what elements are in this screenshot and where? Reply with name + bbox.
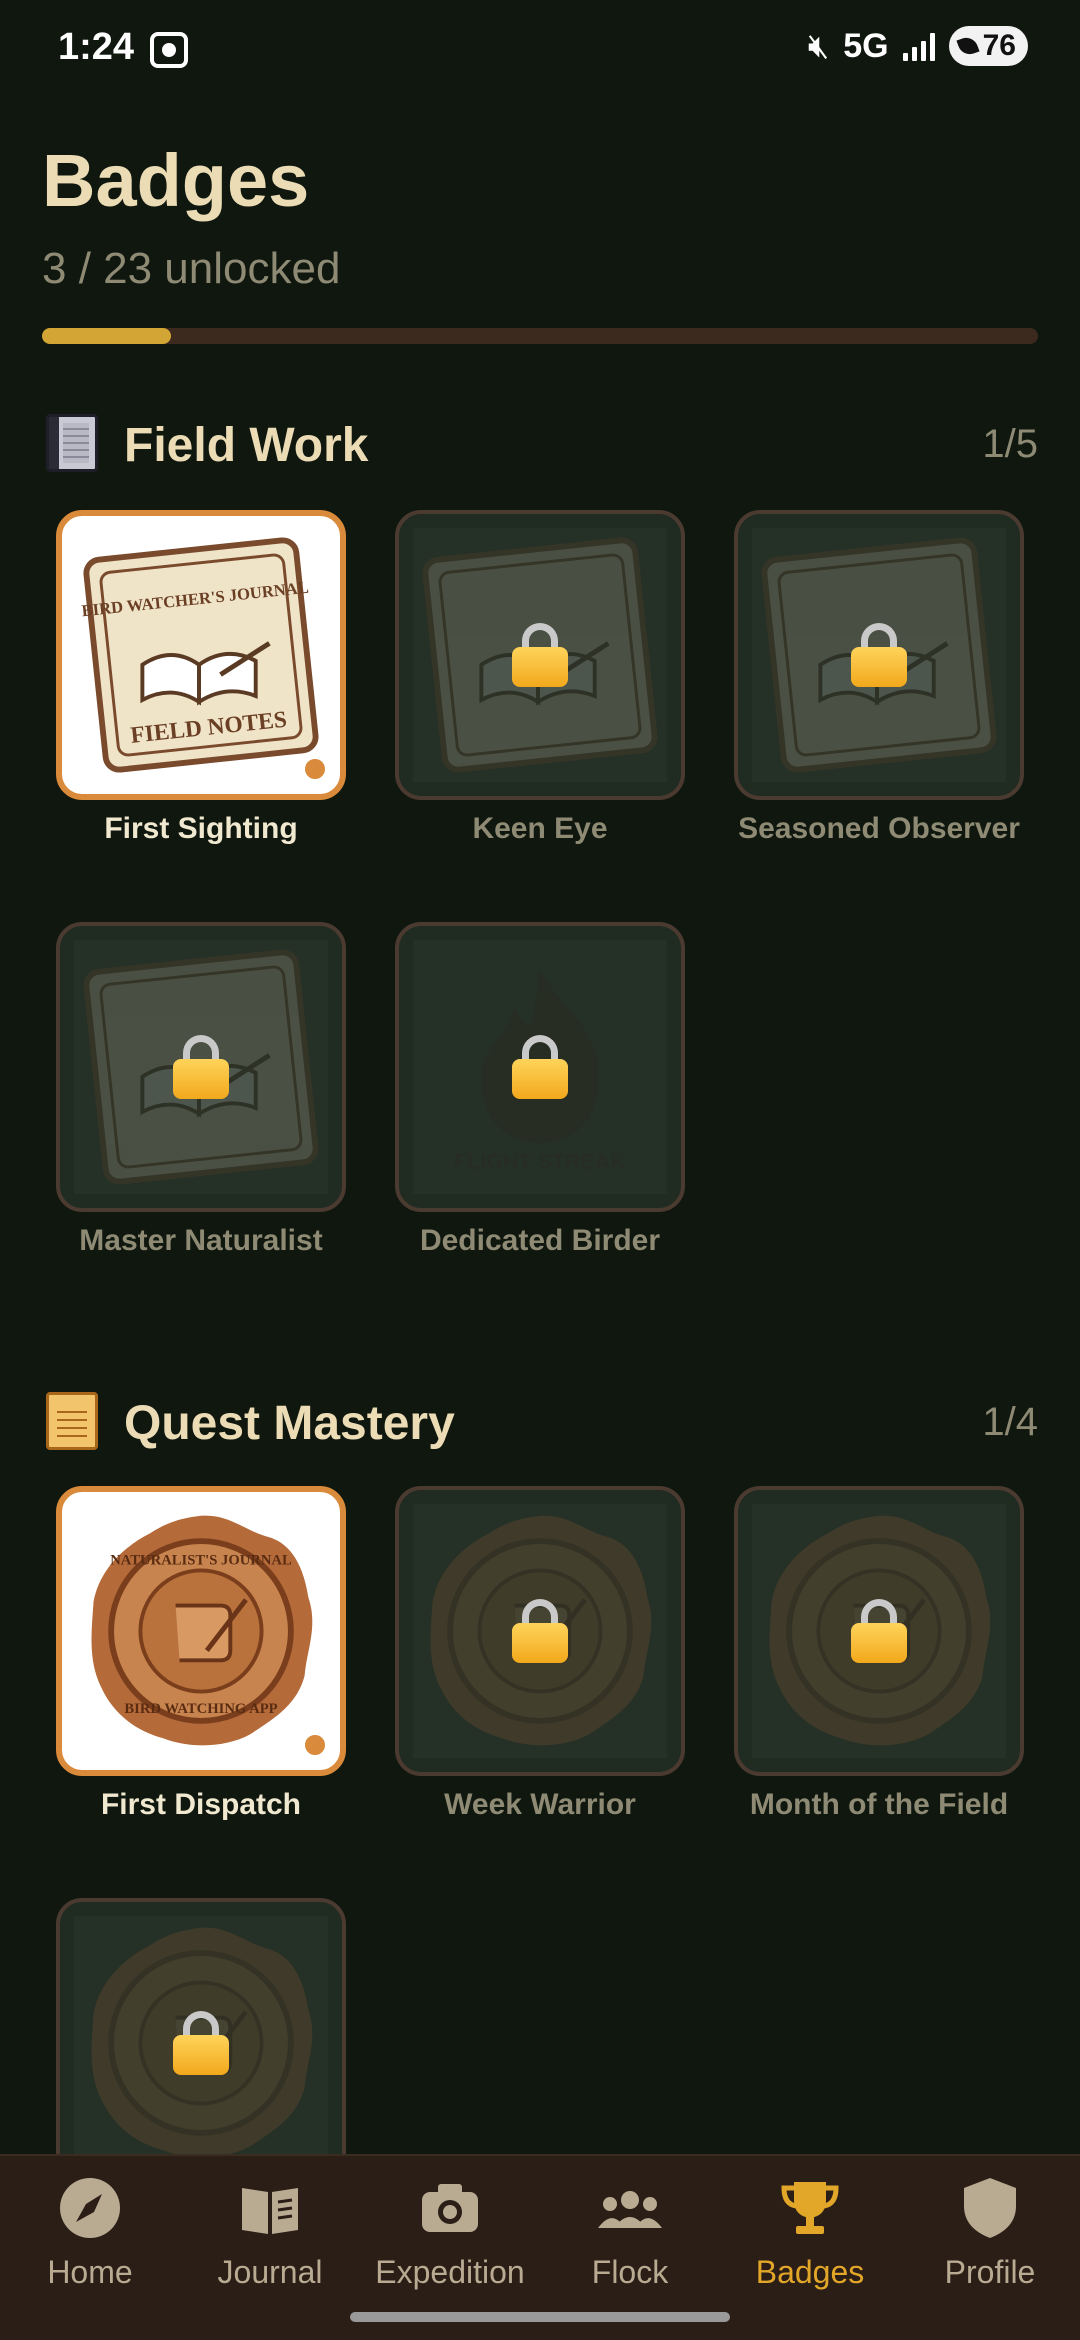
page-title: Badges (42, 139, 310, 222)
nav-label: Profile (944, 2254, 1036, 2290)
status-time: 1:24 (58, 26, 135, 68)
badge-art (413, 528, 667, 782)
lock-icon (851, 623, 907, 687)
nav-profile[interactable]: Profile (900, 2176, 1080, 2316)
badge-seasoned-observer[interactable]: Seasoned Observer (730, 510, 1028, 880)
badge-master-naturalist[interactable]: Master Naturalist (52, 922, 350, 1292)
nav-label: Expedition (375, 2254, 525, 2290)
scroll-icon (46, 1392, 98, 1450)
badge-first-dispatch[interactable]: NATURALIST'S JOURNAL BIRD WATCHING APP F… (52, 1486, 350, 1856)
nav-label: Flock (591, 2254, 669, 2290)
badge-label: Master Naturalist (79, 1224, 323, 1257)
badge-label: Keen Eye (472, 812, 608, 845)
svg-text:FLIGHT STREAK: FLIGHT STREAK (454, 1150, 626, 1174)
badge-label: First Dispatch (100, 1788, 302, 1821)
badge-label: First Sighting (104, 812, 298, 845)
lock-icon (512, 1035, 568, 1099)
nav-label: Badges (755, 2254, 865, 2290)
badge-month-of-the-field[interactable]: Month of the Field (730, 1486, 1028, 1856)
nav-label: Journal (217, 2254, 323, 2290)
lock-icon (851, 1599, 907, 1663)
battery-indicator: 76 (948, 26, 1028, 66)
svg-text:BIRD WATCHING APP: BIRD WATCHING APP (124, 1701, 277, 1717)
section-count: 1/5 (982, 422, 1038, 466)
leaf-icon (956, 34, 980, 58)
badge-frame (395, 510, 685, 800)
section-count: 1/4 (982, 1400, 1038, 1444)
book-icon (238, 2176, 302, 2240)
badge-label: Week Warrior (444, 1788, 636, 1821)
badge-week-warrior[interactable]: Week Warrior (391, 1486, 689, 1856)
shield-icon (958, 2176, 1022, 2240)
svg-text:NATURALIST'S JOURNAL: NATURALIST'S JOURNAL (110, 1553, 292, 1569)
network-label: 5G (843, 26, 889, 65)
section-title: Quest Mastery (124, 1397, 455, 1450)
unlock-summary: 3 / 23 unlocked (42, 244, 341, 293)
new-dot-indicator (302, 1732, 328, 1758)
badge-art (752, 1504, 1006, 1758)
screenshot-icon (150, 32, 188, 68)
nav-expedition[interactable]: Expedition (360, 2176, 540, 2316)
nav-label: Home (47, 2254, 133, 2290)
badge-frame (734, 1486, 1024, 1776)
mute-icon: 🔇︎ (807, 26, 830, 65)
badge-frame (56, 1898, 346, 2188)
lock-icon (512, 1599, 568, 1663)
badge-label: Month of the Field (749, 1788, 1009, 1821)
badge-art (413, 1504, 667, 1758)
badge-keen-eye[interactable]: Keen Eye (391, 510, 689, 880)
badge-frame (56, 922, 346, 1212)
status-icons: 🔇︎ 5G 76 (808, 26, 1028, 66)
battery-level: 76 (982, 29, 1016, 62)
home-gesture-bar[interactable] (350, 2312, 730, 2322)
badge-frame (395, 1486, 685, 1776)
notebook-icon (46, 414, 98, 472)
lock-icon (173, 2011, 229, 2075)
badge-art (74, 940, 328, 1194)
badge-label: Seasoned Observer (738, 812, 1020, 845)
badge-art (74, 1916, 328, 2170)
badge-first-sighting[interactable]: BIRD WATCHER'S JOURNAL FIELD NOTES First… (52, 510, 350, 880)
nav-badges[interactable]: Badges (720, 2176, 900, 2316)
section-title: Field Work (124, 419, 369, 472)
badge-frame: BIRD WATCHER'S JOURNAL FIELD NOTES (56, 510, 346, 800)
new-dot-indicator (302, 756, 328, 782)
badge-dedicated-birder[interactable]: FLIGHT STREAK Dedicated Birder (391, 922, 689, 1292)
camera-icon (418, 2176, 482, 2240)
section-field-work: Field Work 1/5 (42, 412, 1038, 476)
badge-frame: FLIGHT STREAK (395, 922, 685, 1212)
lock-icon (512, 623, 568, 687)
badge-frame: NATURALIST'S JOURNAL BIRD WATCHING APP (56, 1486, 346, 1776)
signal-icon (902, 31, 935, 61)
badge-art: NATURALIST'S JOURNAL BIRD WATCHING APP (74, 1504, 328, 1758)
badge-art: BIRD WATCHER'S JOURNAL FIELD NOTES (74, 528, 328, 782)
compass-icon (58, 2176, 122, 2240)
unlock-progress-bar (42, 328, 1038, 344)
badge-art (752, 528, 1006, 782)
badge-label: Dedicated Birder (419, 1224, 661, 1257)
unlock-progress-fill (42, 328, 172, 344)
section-quest-mastery: Quest Mastery 1/4 (42, 1390, 1038, 1454)
lock-icon (173, 1035, 229, 1099)
nav-home[interactable]: Home (0, 2176, 180, 2316)
group-icon (598, 2176, 662, 2240)
nav-flock[interactable]: Flock (540, 2176, 720, 2316)
nav-journal[interactable]: Journal (180, 2176, 360, 2316)
trophy-icon (778, 2176, 842, 2240)
badge-art: FLIGHT STREAK (413, 940, 667, 1194)
badge-frame (734, 510, 1024, 800)
status-bar: 1:24 🔇︎ 5G 76 (0, 0, 1080, 100)
